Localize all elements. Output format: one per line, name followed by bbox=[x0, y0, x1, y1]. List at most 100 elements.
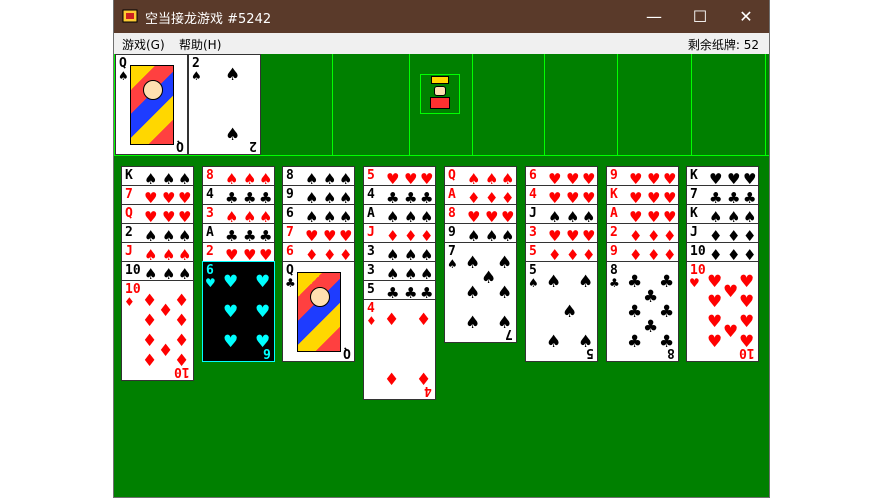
card-rank: 5 bbox=[367, 282, 375, 297]
card-pip: ♥ bbox=[707, 292, 723, 312]
card-rank: 7 bbox=[286, 225, 294, 240]
home-cell-3[interactable] bbox=[619, 54, 692, 155]
card-rank: 4 bbox=[206, 187, 214, 202]
free-cell-4[interactable] bbox=[337, 54, 410, 155]
card-rank: 9 bbox=[448, 225, 456, 240]
face-card-art bbox=[130, 65, 174, 145]
playing-card[interactable]: 7 ♠ 7 ♠ ♠ ♠ ♠ ♠ ♠ ♠ bbox=[444, 242, 517, 343]
card-rank: 8 bbox=[206, 168, 214, 183]
card-rank: J bbox=[529, 206, 537, 221]
card-rank-bottom: Q bbox=[343, 345, 351, 360]
maximize-button[interactable]: ☐ bbox=[677, 0, 723, 33]
card-pip: ♥ bbox=[739, 272, 755, 292]
card-rank: 2 bbox=[610, 225, 618, 240]
card-rank: 5 bbox=[367, 168, 375, 183]
card-rank: 3 bbox=[529, 225, 537, 240]
card-pip: ♦ bbox=[384, 310, 400, 330]
card-pip: ♥ bbox=[255, 302, 271, 322]
playing-card[interactable]: Q ♠ Q bbox=[115, 54, 188, 155]
home-cell-2[interactable] bbox=[545, 54, 618, 155]
card-rank: K bbox=[690, 206, 698, 221]
card-pip: ♥ bbox=[739, 292, 755, 312]
top-divider bbox=[114, 155, 769, 156]
free-cell-3[interactable] bbox=[260, 54, 333, 155]
card-suit-corner: ♥ bbox=[205, 276, 216, 290]
card-rank: K bbox=[690, 168, 698, 183]
card-pips: ♥ ♥ ♥ ♥ ♥ ♥ ♥ ♥ ♥ ♥ bbox=[701, 270, 754, 354]
minimize-button[interactable]: — bbox=[631, 0, 677, 33]
card-pip: ♥ bbox=[739, 312, 755, 332]
card-rank: J bbox=[690, 225, 698, 240]
card-pip: ♦ bbox=[174, 291, 190, 311]
card-pips: ♠ ♠ bbox=[203, 63, 251, 147]
card-pip: ♠ bbox=[578, 332, 594, 352]
card-pip: ♠ bbox=[225, 125, 241, 145]
playing-card[interactable]: 4 ♦ 4 ♦ ♦ ♦ ♦ bbox=[363, 299, 436, 400]
card-pip: ♠ bbox=[465, 283, 481, 303]
close-button[interactable]: ✕ bbox=[723, 0, 769, 33]
freecell-window: 空当接龙游戏 #5242 — ☐ ✕ 游戏(G) 帮助(H) 剩余纸牌: 52 bbox=[114, 0, 769, 497]
king-crown bbox=[431, 76, 449, 84]
card-pip: ♦ bbox=[142, 291, 158, 311]
card-pip: ♥ bbox=[723, 282, 739, 302]
playing-card[interactable]: 10 ♥ 10 ♥ ♥ ♥ ♥ ♥ ♥ ♥ ♥ ♥ ♥ bbox=[686, 261, 759, 362]
card-rank: Q bbox=[125, 206, 133, 221]
card-rank: 3 bbox=[206, 206, 214, 221]
card-pip: ♠ bbox=[481, 268, 497, 288]
card-pip: ♠ bbox=[578, 272, 594, 292]
playing-card[interactable]: 6 ♥ 6 ♥ ♥ ♥ ♥ ♥ ♥ bbox=[202, 261, 275, 362]
card-pip: ♠ bbox=[225, 65, 241, 85]
playing-card[interactable]: Q ♣ Q bbox=[282, 261, 355, 362]
card-pip: ♦ bbox=[384, 370, 400, 390]
card-pip: ♠ bbox=[562, 302, 578, 322]
card-pip: ♦ bbox=[174, 311, 190, 331]
card-pip: ♦ bbox=[158, 301, 174, 321]
card-rank: 3 bbox=[367, 263, 375, 278]
card-rank: 8 bbox=[286, 168, 294, 183]
card-pip: ♠ bbox=[546, 332, 562, 352]
card-rank: A bbox=[206, 225, 214, 240]
card-pip: ♦ bbox=[142, 311, 158, 331]
playing-card[interactable]: 5 ♠ 5 ♠ ♠ ♠ ♠ ♠ bbox=[525, 261, 598, 362]
card-rank: 2 bbox=[125, 225, 133, 240]
card-pips: ♦ ♦ ♦ ♦ ♦ ♦ ♦ ♦ ♦ ♦ bbox=[136, 289, 189, 373]
home-cell-4[interactable] bbox=[693, 54, 766, 155]
card-pip: ♦ bbox=[142, 351, 158, 371]
card-pip: ♠ bbox=[465, 313, 481, 333]
card-pip: ♥ bbox=[223, 302, 239, 322]
menu-bar: 游戏(G) 帮助(H) 剩余纸牌: 52 bbox=[114, 33, 769, 54]
menu-help[interactable]: 帮助(H) bbox=[179, 36, 221, 53]
playing-card[interactable]: 10 ♦ 10 ♦ ♦ ♦ ♦ ♦ ♦ ♦ ♦ ♦ ♦ bbox=[121, 280, 194, 381]
card-pips: ♠ ♠ ♠ ♠ ♠ bbox=[540, 270, 593, 354]
card-suit-corner: ♠ bbox=[528, 276, 539, 290]
card-pip: ♦ bbox=[174, 331, 190, 351]
card-pip: ♥ bbox=[723, 322, 739, 342]
playing-card[interactable]: 8 ♣ 8 ♣ ♣ ♣ ♣ ♣ ♣ ♣ ♣ bbox=[606, 261, 679, 362]
card-rank: 6 bbox=[286, 244, 294, 259]
card-pip: ♠ bbox=[497, 253, 513, 273]
card-pip: ♠ bbox=[546, 272, 562, 292]
card-pip: ♣ bbox=[659, 272, 675, 292]
card-rank: K bbox=[125, 168, 133, 183]
card-pip: ♣ bbox=[643, 317, 659, 337]
card-rank: Q bbox=[448, 168, 456, 183]
menu-game[interactable]: 游戏(G) bbox=[122, 36, 165, 53]
game-board[interactable]: Q ♠ Q 2 ♠ 2 ♠ ♠ K ♠ ♠ ♠ 7 ♥ ♥ ♥ Q ♥ ♥ ♥ 2 ♠ ♠ ♠ J ♠ ♠ ♠ 10 ♠ ♠ ♠ 10 ♦ 10 ♦ ♦… bbox=[114, 54, 769, 497]
card-rank: 4 bbox=[529, 187, 537, 202]
card-pips: ♥ ♥ ♥ ♥ ♥ ♥ bbox=[217, 270, 270, 354]
home-cell-1[interactable] bbox=[472, 54, 545, 155]
cards-remaining-status: 剩余纸牌: 52 bbox=[687, 38, 759, 52]
card-pip: ♠ bbox=[497, 283, 513, 303]
title-bar[interactable]: 空当接龙游戏 #5242 — ☐ ✕ bbox=[114, 0, 769, 33]
card-suit-corner: ♥ bbox=[689, 276, 700, 290]
card-rank: 9 bbox=[286, 187, 294, 202]
card-rank: 5 bbox=[529, 244, 537, 259]
card-pips: ♠ ♠ ♠ ♠ ♠ ♠ ♠ bbox=[459, 251, 512, 335]
card-rank: A bbox=[610, 206, 618, 221]
window-title: 空当接龙游戏 #5242 bbox=[145, 12, 272, 27]
playing-card[interactable]: 2 ♠ 2 ♠ ♠ bbox=[188, 54, 261, 155]
card-rank: 7 bbox=[690, 187, 698, 202]
card-rank: A bbox=[448, 187, 456, 202]
king-icon bbox=[420, 74, 460, 114]
card-suit-corner: ♠ bbox=[118, 69, 129, 83]
